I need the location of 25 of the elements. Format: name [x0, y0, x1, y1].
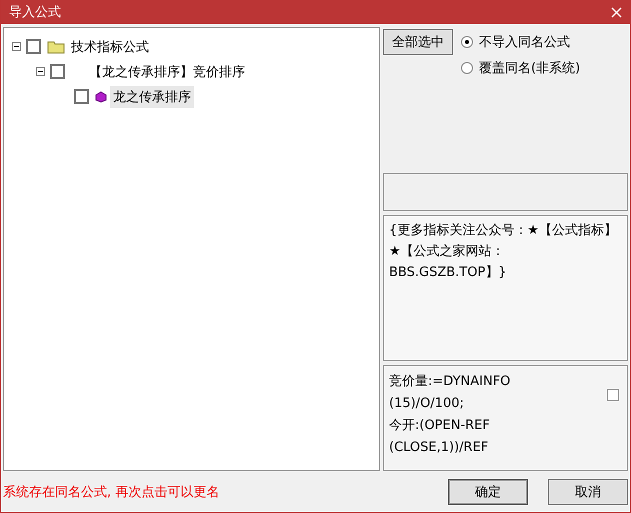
formula-line: (CLOSE,1))/REF [389, 439, 490, 457]
checkbox[interactable] [74, 89, 89, 104]
tree-item[interactable]: 【龙之传承排序】竞价排序 [86, 60, 248, 82]
formula-line: (15)/O/100; [389, 395, 465, 413]
collapse-toggle-icon[interactable] [36, 67, 47, 76]
status-message: 系统存在同名公式, 再次点击可以更名 [3, 484, 220, 500]
folder-icon [47, 40, 65, 54]
input-field[interactable] [383, 173, 628, 211]
formula-line: 竞价量:=DYNAINFO [389, 373, 510, 391]
tree-item[interactable]: 龙之传承排序 [110, 86, 194, 108]
collapse-toggle-icon[interactable] [12, 42, 23, 51]
radio-option[interactable]: 不导入同名公式 [461, 33, 580, 51]
formula-line: 今开:(OPEN-REF [389, 417, 491, 435]
description-text: {更多指标关注公众号：★【公式指标】★【公式之家网站：BBS.GSZB.TOP】} [383, 215, 628, 361]
tree-item[interactable]: 技术指标公式 [68, 36, 152, 58]
dialog-button[interactable]: 取消 [548, 478, 628, 504]
close-icon[interactable] [611, 6, 622, 18]
checkbox[interactable] [607, 389, 619, 401]
checkbox[interactable] [50, 64, 65, 79]
radio-option[interactable]: 覆盖同名(非系统) [461, 59, 580, 77]
dialog-button[interactable]: 确定 [448, 478, 528, 504]
checkbox[interactable] [26, 39, 41, 54]
window-title: 导入公式 [9, 4, 61, 21]
cube-icon [95, 90, 107, 102]
select-all-button[interactable]: 全部选中 [383, 29, 453, 55]
